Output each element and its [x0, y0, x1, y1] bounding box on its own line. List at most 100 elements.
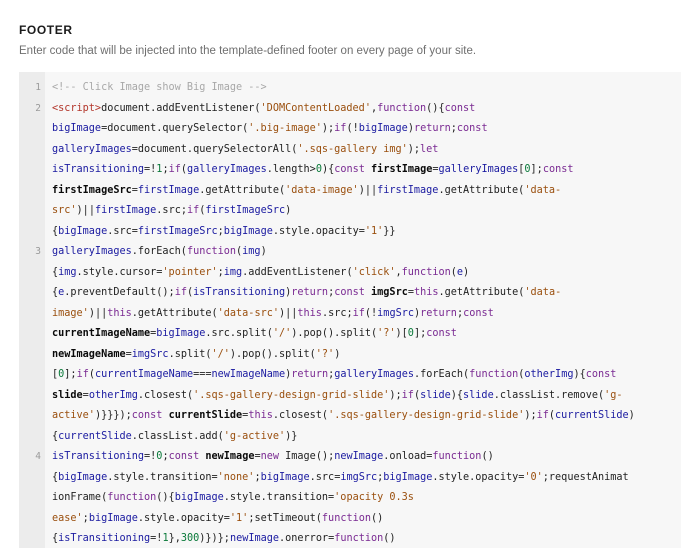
code-token: firstImage: [137, 184, 200, 196]
code-token: galleryImages: [438, 164, 519, 175]
code-token: this: [297, 307, 322, 319]
code-token: isTransitioning: [52, 451, 145, 462]
code-text: slide=otherImg.closest('.sqs-gallery-des…: [52, 386, 623, 407]
code-line: [0];if(currentImageName===newImageName)r…: [19, 365, 681, 386]
code-token: function: [401, 266, 451, 278]
code-token: galleryImages: [52, 246, 132, 257]
code-text: <script>document.addEventListener('DOMCo…: [52, 99, 475, 120]
code-token: )||: [88, 307, 108, 319]
code-token: const: [334, 164, 365, 175]
code-line: newImageName=imgSrc.split('/').pop().spl…: [19, 345, 681, 366]
code-token: newImageName: [52, 348, 126, 360]
code-token: currentSlide: [555, 410, 629, 421]
code-token: '/': [272, 328, 292, 339]
code-text: bigImage=document.querySelector('.big-im…: [52, 119, 488, 140]
code-editor[interactable]: 1 <!-- Click Image show Big Image --> 2 <sc…: [19, 72, 681, 548]
code-token: =document.querySelector(: [101, 123, 249, 134]
code-token: .classList.remove(: [493, 389, 605, 401]
code-text: isTransitioning=!0;const newImage=new Im…: [52, 447, 494, 468]
code-line: isTransitioning=!1;if(galleryImages.leng…: [19, 160, 681, 181]
code-text: firstImageSrc=firstImage.getAttribute('d…: [52, 181, 561, 202]
code-line: {bigImage.src=firstImageSrc;bigImage.sty…: [19, 222, 681, 243]
code-token: .onload=: [383, 451, 433, 462]
code-token: );: [524, 410, 537, 421]
code-line: {img.style.cursor='pointer';img.addEvent…: [19, 263, 681, 284]
code-token: isTransitioning: [58, 533, 151, 544]
code-token: isTransitioning: [52, 164, 145, 175]
code-token: ){: [573, 369, 586, 380]
code-token: if: [76, 369, 89, 380]
code-token: ){: [450, 389, 464, 401]
code-token: .getAttribute(: [199, 184, 286, 196]
code-token: .getAttribute(: [438, 287, 525, 298]
code-token: slide: [420, 389, 451, 401]
code-token: bigImage: [358, 123, 408, 134]
code-text: {isTransitioning=!1},300)})};newImage.on…: [52, 529, 396, 548]
code-token: function: [432, 451, 482, 462]
code-token: )}}});: [94, 410, 132, 421]
code-token: 300: [180, 533, 200, 544]
code-token: ): [463, 266, 470, 278]
code-token: newImage: [229, 533, 280, 544]
code-text: {bigImage.style.transition='none';bigIma…: [52, 468, 629, 489]
code-token: .forEach(: [413, 369, 470, 380]
code-token: '.sqs-gallery-design-grid-slide': [193, 389, 390, 401]
code-token: slide: [463, 389, 494, 401]
code-token: bigImage: [260, 471, 310, 483]
code-token: slide: [52, 389, 83, 401]
code-token: otherImg: [88, 389, 138, 401]
line-number: 4: [35, 451, 41, 462]
section-title: FOOTER: [19, 23, 73, 37]
code-token: galleryImages: [187, 164, 267, 175]
code-token: return: [420, 307, 457, 319]
code-token: .closest(: [137, 389, 194, 401]
code-token: img: [58, 266, 77, 278]
code-token: this: [248, 410, 273, 421]
code-token: return: [291, 369, 329, 380]
code-text: ease';bigImage.style.opacity='1';setTime…: [52, 509, 383, 530]
code-text: galleryImages.forEach(function(img): [52, 242, 267, 263]
code-token: .addEventListener(: [242, 266, 353, 278]
code-line: active')}}});const currentSlide=this.clo…: [19, 406, 681, 427]
code-token: if: [174, 287, 187, 298]
line-number: 1: [35, 82, 41, 93]
code-token: function: [334, 533, 384, 544]
code-line: bigImage=document.querySelector('.big-im…: [19, 119, 681, 140]
code-token: return: [413, 123, 451, 134]
code-token: firstImageSrc: [205, 205, 286, 216]
code-token: 'data-src': [217, 307, 279, 319]
code-line: src')||firstImage.src;if(firstImageSrc): [19, 201, 681, 222]
code-token: .onerror=: [279, 533, 335, 544]
code-token: '.sqs-gallery img': [297, 143, 408, 155]
code-token: if: [186, 205, 200, 216]
code-token: currentImageName: [52, 328, 151, 339]
code-token: '1': [229, 512, 249, 524]
code-token: <script>: [52, 102, 102, 114]
code-token: .getAttribute(: [131, 307, 218, 319]
code-content[interactable]: 1 <!-- Click Image show Big Image --> 2 <sc…: [19, 78, 681, 548]
code-line: image')||this.getAttribute('data-src')||…: [19, 304, 681, 325]
code-token: .style.transition=: [107, 471, 218, 483]
code-text: newImageName=imgSrc.split('/').pop().spl…: [52, 345, 340, 366]
code-token: active': [52, 410, 95, 421]
code-token: 'none': [217, 471, 255, 483]
code-token: bigImage: [58, 225, 108, 237]
code-token: 'pointer': [162, 266, 218, 278]
code-token: .src;: [156, 205, 187, 216]
code-token: function: [321, 512, 371, 524]
code-token: )})};: [199, 533, 230, 544]
code-token: function: [107, 492, 157, 503]
code-token: )||: [76, 205, 95, 216]
code-token: );: [407, 143, 421, 155]
code-token: '.sqs-gallery-design-grid-slide': [328, 410, 525, 421]
footer-settings-panel: FOOTER Enter code that will be injected …: [0, 0, 700, 548]
code-token: newImageName: [211, 369, 286, 380]
code-token: bigImage: [58, 471, 108, 483]
code-token: .closest(: [272, 410, 329, 421]
code-token: .style.opacity=: [272, 225, 365, 237]
code-token: image': [52, 307, 89, 319]
code-line: 4 isTransitioning=!0;const newImage=new I…: [19, 447, 681, 468]
code-text: image')||this.getAttribute('data-src')||…: [52, 304, 494, 325]
code-token: .src=: [107, 225, 138, 237]
code-text: {img.style.cursor='pointer';img.addEvent…: [52, 263, 469, 284]
